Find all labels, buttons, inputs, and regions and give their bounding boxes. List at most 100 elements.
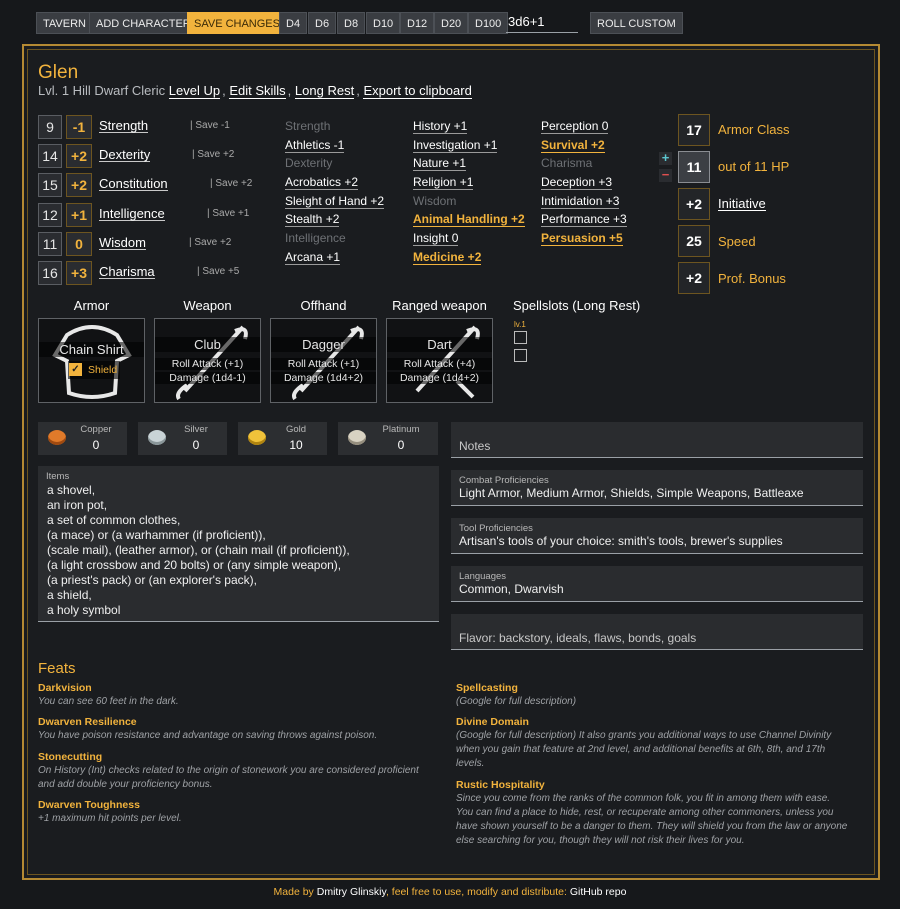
custom-dice-input[interactable] xyxy=(506,11,578,33)
languages-field[interactable]: Languages Common, Dwarvish xyxy=(451,566,863,602)
coin-platinum[interactable]: Platinum 0 xyxy=(338,422,438,455)
ability-name[interactable]: Wisdom xyxy=(99,236,146,250)
ability-row-intelligence[interactable]: 12 +1 Intelligence | Save +1 xyxy=(38,203,278,227)
coin-value[interactable]: 0 xyxy=(376,438,426,452)
save-changes-button[interactable]: SAVE CHANGES xyxy=(187,12,287,34)
coin-value[interactable]: 0 xyxy=(71,438,121,452)
skill-religion[interactable]: Religion +1 xyxy=(413,176,474,190)
roll-custom-button[interactable]: ROLL CUSTOM xyxy=(590,12,683,34)
item-line: (a priest's pack) or (an explorer's pack… xyxy=(47,573,257,587)
skill-intimidation[interactable]: Intimidation +3 xyxy=(541,195,620,209)
tool-proficiencies-value[interactable]: Artisan's tools of your choice: smith's … xyxy=(459,534,783,548)
ability-name[interactable]: Charisma xyxy=(99,265,155,279)
skill-deception[interactable]: Deception +3 xyxy=(541,176,613,190)
ability-name[interactable]: Intelligence xyxy=(99,207,165,221)
initiative-button[interactable]: Initiative xyxy=(718,197,766,211)
hp-minus-button[interactable]: − xyxy=(659,168,672,182)
copper-coin-icon xyxy=(48,430,66,445)
skill-investigation[interactable]: Investigation +1 xyxy=(413,139,498,153)
tool-proficiencies-field[interactable]: Tool Proficiencies Artisan's tools of yo… xyxy=(451,518,863,554)
hp-plus-button[interactable]: + xyxy=(659,151,672,165)
skill-insight[interactable]: Insight 0 xyxy=(413,232,459,246)
ability-save-text: Save +2 xyxy=(215,178,253,189)
skill-athletics[interactable]: Athletics -1 xyxy=(285,139,345,153)
flavor-field[interactable]: Flavor: backstory, ideals, flaws, bonds,… xyxy=(451,614,863,650)
ability-modifier: 0 xyxy=(66,232,92,256)
hp-value[interactable]: 11 xyxy=(678,151,710,183)
d4-button[interactable]: D4 xyxy=(279,12,308,34)
edit-skills-link[interactable]: Edit Skills xyxy=(229,83,286,99)
skill-nature[interactable]: Nature +1 xyxy=(413,157,467,171)
weapon-damage-button[interactable]: Damage (1d4-1) xyxy=(155,372,260,384)
ability-row-strength[interactable]: 9 -1 Strength | Save -1 xyxy=(38,115,278,139)
offhand-damage-button[interactable]: Damage (1d4+2) xyxy=(271,372,376,384)
items-panel[interactable]: Items a shovel, an iron pot, a set of co… xyxy=(38,466,439,622)
d100-button[interactable]: D100 xyxy=(468,12,509,34)
coin-value[interactable]: 0 xyxy=(171,438,221,452)
coin-value[interactable]: 10 xyxy=(271,438,321,452)
ability-save-text: Save +1 xyxy=(212,208,250,219)
skill-performance[interactable]: Performance +3 xyxy=(541,213,627,227)
notes-field[interactable]: Notes xyxy=(451,422,863,458)
feat-name: Spellcasting xyxy=(456,682,518,694)
feat-desc-line: (Google for full description) It also gr… xyxy=(456,730,832,741)
skill-history[interactable]: History +1 xyxy=(413,120,468,134)
skill-acrobatics[interactable]: Acrobatics +2 xyxy=(285,176,359,190)
skill-perception[interactable]: Perception 0 xyxy=(541,120,609,134)
coin-copper[interactable]: Copper 0 xyxy=(38,422,127,455)
coin-gold[interactable]: Gold 10 xyxy=(238,422,327,455)
d6-button[interactable]: D6 xyxy=(308,12,337,34)
ability-row-wisdom[interactable]: 11 0 Wisdom | Save +2 xyxy=(38,232,278,256)
d10-button[interactable]: D10 xyxy=(366,12,401,34)
author-link[interactable]: Dmitry Glinskiy xyxy=(317,886,386,898)
skill-animal-handling[interactable]: Animal Handling +2 xyxy=(413,213,525,227)
add-character-button[interactable]: ADD CHARACTER xyxy=(89,12,198,34)
offhand-slot[interactable]: Dagger Roll Attack (+1) Damage (1d4+2) xyxy=(270,318,377,403)
feat-description: +1 maximum hit points per level. xyxy=(38,812,182,826)
spellslot-checkbox[interactable] xyxy=(514,349,527,362)
level-up-link[interactable]: Level Up xyxy=(168,83,221,99)
coin-silver[interactable]: Silver 0 xyxy=(138,422,227,455)
weapon-header: Weapon xyxy=(183,298,232,313)
weapon-slot[interactable]: Club Roll Attack (+1) Damage (1d4-1) xyxy=(154,318,261,403)
skill-sleight-of-hand[interactable]: Sleight of Hand +2 xyxy=(285,195,385,209)
ability-row-dexterity[interactable]: 14 +2 Dexterity | Save +2 xyxy=(38,144,278,168)
ranged-slot[interactable]: Dart Roll Attack (+4) Damage (1d4+2) xyxy=(386,318,493,403)
skill-stealth[interactable]: Stealth +2 xyxy=(285,213,340,227)
ranged-damage-button[interactable]: Damage (1d4+2) xyxy=(387,372,492,384)
feat-desc-line: when you gain that feature at 2nd level,… xyxy=(456,744,826,755)
skill-medicine[interactable]: Medicine +2 xyxy=(413,251,482,265)
skill-arcana[interactable]: Arcana +1 xyxy=(285,251,341,265)
feat-description: You can see 60 feet in the dark. xyxy=(38,695,179,709)
tavern-button[interactable]: TAVERN xyxy=(36,12,93,34)
items-list[interactable]: a shovel, an iron pot, a set of common c… xyxy=(47,483,350,618)
feat-description: (Google for full description) It also gr… xyxy=(456,729,831,771)
skill-persuasion[interactable]: Persuasion +5 xyxy=(541,232,623,246)
skill-survival[interactable]: Survival +2 xyxy=(541,139,605,153)
ability-row-charisma[interactable]: 16 +3 Charisma | Save +5 xyxy=(38,261,278,285)
checkbox-checked-icon[interactable]: ✓ xyxy=(69,363,82,376)
ranged-attack-button[interactable]: Roll Attack (+4) xyxy=(387,358,492,370)
weapon-attack-button[interactable]: Roll Attack (+1) xyxy=(155,358,260,370)
tool-proficiencies-label: Tool Proficiencies xyxy=(459,523,533,534)
d20-button[interactable]: D20 xyxy=(434,12,469,34)
spellslot-checkbox[interactable] xyxy=(514,331,527,344)
combat-proficiencies-field[interactable]: Combat Proficiencies Light Armor, Medium… xyxy=(451,470,863,506)
github-link[interactable]: GitHub repo xyxy=(570,886,627,898)
export-link[interactable]: Export to clipboard xyxy=(363,83,472,99)
languages-value[interactable]: Common, Dwarvish xyxy=(459,582,564,596)
offhand-attack-button[interactable]: Roll Attack (+1) xyxy=(271,358,376,370)
d12-button[interactable]: D12 xyxy=(400,12,435,34)
shield-toggle[interactable]: ✓ Shield xyxy=(68,361,120,379)
d8-button[interactable]: D8 xyxy=(337,12,366,34)
ability-name[interactable]: Strength xyxy=(99,119,149,133)
armor-slot[interactable]: Chain Shirt ✓ Shield xyxy=(38,318,145,403)
combat-proficiencies-value[interactable]: Light Armor, Medium Armor, Shields, Simp… xyxy=(459,486,804,500)
ability-score: 9 xyxy=(38,115,62,139)
long-rest-link[interactable]: Long Rest xyxy=(294,83,355,99)
feat-name: Divine Domain xyxy=(456,716,529,728)
ability-name[interactable]: Dexterity xyxy=(99,148,151,162)
ability-name[interactable]: Constitution xyxy=(99,177,168,191)
ability-row-constitution[interactable]: 15 +2 Constitution | Save +2 xyxy=(38,173,278,197)
item-line: (scale mail), (leather armor), or (chain… xyxy=(47,543,350,557)
